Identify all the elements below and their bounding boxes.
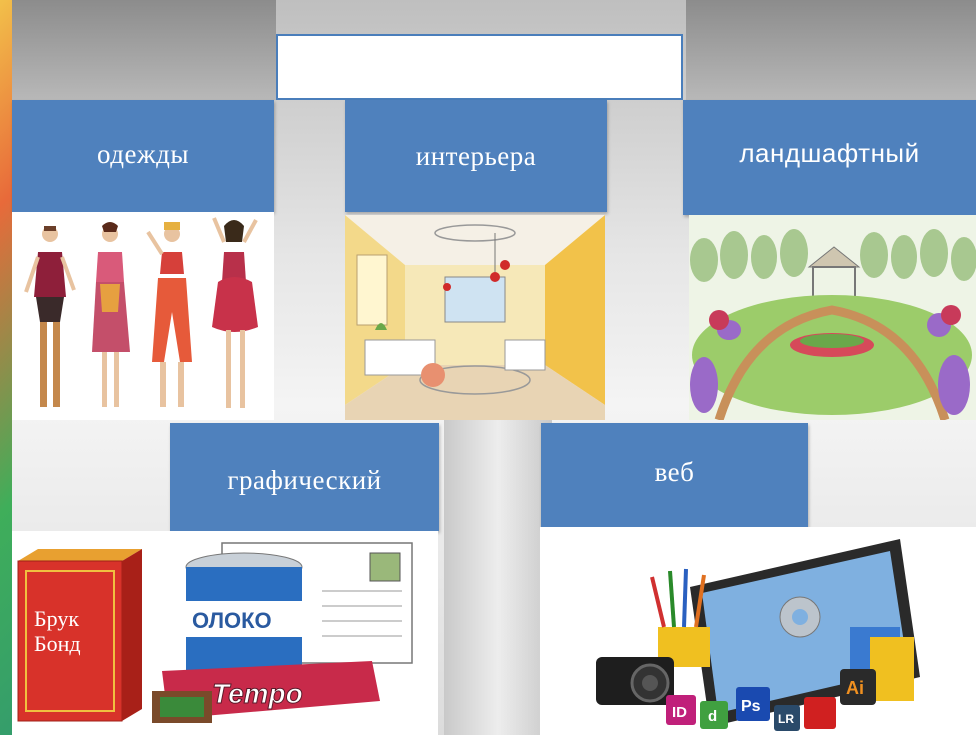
top-left-gray-panel — [12, 0, 276, 100]
can-text: ОЛОКО — [192, 608, 272, 633]
category-landscape-label: ландшафтный — [739, 138, 920, 168]
tea-box-text-1: Брук — [34, 606, 79, 631]
category-clothing-label: одежды — [97, 138, 189, 169]
landscape-garden-image — [689, 215, 976, 420]
graphic-design-products-image: Брук Бонд ОЛОКО Tempo — [12, 531, 438, 735]
tea-box-text-2: Бонд — [34, 631, 81, 656]
category-clothing: одежды — [12, 100, 274, 212]
badge-ps: Ps — [741, 698, 761, 715]
title-box — [276, 34, 683, 100]
bar-text: Tempo — [212, 678, 303, 709]
category-interior: интерьера — [345, 100, 607, 212]
camera — [596, 657, 674, 705]
web-design-tablet-image: Ai ID d Ps LR — [540, 527, 976, 735]
badge-id: ID — [672, 704, 687, 721]
center-connector — [444, 420, 552, 735]
category-web-label: веб — [654, 456, 695, 487]
folders-stack: Ai — [840, 627, 914, 705]
category-landscape: ландшафтный — [683, 100, 976, 215]
category-web: веб — [541, 423, 808, 527]
tea-box: Брук Бонд — [17, 549, 142, 722]
badge-ai: Ai — [846, 678, 864, 698]
category-graphic-label: графический — [227, 464, 382, 495]
badge-d: d — [708, 708, 717, 725]
top-right-gray-panel — [686, 0, 976, 100]
category-graphic: графический — [170, 423, 439, 531]
interior-sketch-image — [345, 215, 605, 420]
category-interior-label: интерьера — [415, 140, 537, 171]
fashion-sketches-image — [12, 212, 274, 420]
badge-lr: LR — [778, 712, 794, 726]
